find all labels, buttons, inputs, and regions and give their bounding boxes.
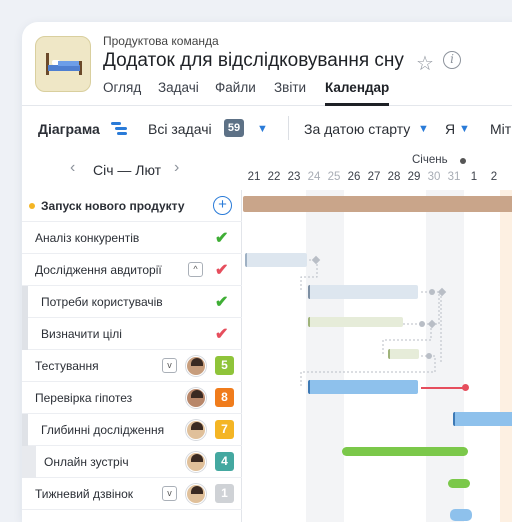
avatar bbox=[186, 388, 206, 408]
task-count-badge: 59 bbox=[224, 119, 244, 137]
count-badge: 7 bbox=[215, 420, 234, 439]
count-badge: 1 bbox=[215, 484, 234, 503]
indent-bar bbox=[22, 318, 28, 350]
avatar bbox=[186, 420, 206, 440]
check-icon[interactable]: ✔ bbox=[215, 324, 228, 344]
month-label: Січень bbox=[412, 154, 448, 166]
chevron-down-icon[interactable]: v bbox=[162, 358, 177, 373]
star-icon[interactable]: ☆ bbox=[416, 51, 434, 76]
check-icon[interactable]: ✔ bbox=[215, 292, 228, 312]
task-label: Онлайн зустріч bbox=[44, 455, 129, 469]
header: Продуктова команда Додаток для відслідко… bbox=[22, 22, 512, 106]
task-label: Дослідження авдиторії bbox=[35, 263, 162, 277]
date-cell: 1 bbox=[470, 171, 478, 183]
tab-files[interactable]: Файли bbox=[215, 80, 256, 95]
check-icon[interactable]: ✔ bbox=[215, 228, 228, 248]
toolbar: Діаграма Всі задачі ▼ За датою старту ▼ … bbox=[22, 107, 512, 151]
task-row[interactable]: Глибинні дослідження 7 bbox=[22, 414, 242, 446]
date-cell: 28 bbox=[387, 171, 401, 183]
avatar bbox=[186, 452, 206, 472]
dependency-lines bbox=[300, 255, 447, 388]
date-cell: 23 bbox=[287, 171, 301, 183]
assignee-dropdown[interactable]: Я bbox=[445, 121, 455, 137]
breadcrumb[interactable]: Продуктова команда bbox=[103, 34, 219, 48]
task-row[interactable]: Потреби користувачів ✔ bbox=[22, 286, 242, 318]
group-dot bbox=[29, 203, 35, 209]
date-cell: 22 bbox=[267, 171, 281, 183]
task-label: Аналіз конкурентів bbox=[35, 231, 140, 245]
task-row[interactable]: Перевірка гіпотез 8 bbox=[22, 382, 242, 414]
task-row[interactable]: Тестування v 5 bbox=[22, 350, 242, 382]
gantt-body: Запуск нового продукту + Аналіз конкурен… bbox=[22, 190, 512, 522]
task-label: Перевірка гіпотез bbox=[35, 391, 133, 405]
task-label: Потреби користувачів bbox=[41, 295, 163, 309]
view-selector[interactable]: Діаграма bbox=[38, 121, 100, 137]
tab-calendar[interactable]: Календар bbox=[325, 80, 390, 106]
count-badge: 8 bbox=[215, 388, 234, 407]
more-filter[interactable]: Міт bbox=[490, 121, 511, 137]
avatar bbox=[186, 356, 206, 376]
date-cell: 21 bbox=[247, 171, 261, 183]
tab-overview[interactable]: Огляд bbox=[103, 80, 141, 95]
count-badge: 4 bbox=[215, 452, 234, 471]
indent-bar bbox=[22, 286, 28, 318]
app-window: Продуктова команда Додаток для відслідко… bbox=[22, 22, 512, 522]
today-marker bbox=[460, 158, 466, 164]
sort-dropdown[interactable]: За датою старту bbox=[304, 121, 410, 137]
task-row[interactable]: Аналіз конкурентів ✔ bbox=[22, 222, 242, 254]
collapse-icon[interactable]: ^ bbox=[188, 262, 203, 277]
task-group-row[interactable]: Запуск нового продукту + bbox=[22, 190, 242, 222]
page-title: Додаток для відслідковування сну bbox=[103, 50, 404, 71]
task-row[interactable]: Визначити цілі ✔ bbox=[22, 318, 242, 350]
indent-bar bbox=[22, 446, 36, 478]
gantt-icon[interactable] bbox=[111, 121, 129, 137]
chevron-right-icon[interactable]: › bbox=[174, 159, 179, 177]
chevron-down-icon[interactable]: ▼ bbox=[257, 123, 268, 135]
date-cell: 31 bbox=[447, 171, 461, 183]
tab-reports[interactable]: Звіти bbox=[274, 80, 306, 95]
date-cell: 25 bbox=[327, 171, 341, 183]
date-cell: 24 bbox=[307, 171, 321, 183]
task-row[interactable]: Дослідження авдиторії ^ ✔ bbox=[22, 254, 242, 286]
task-list: Запуск нового продукту + Аналіз конкурен… bbox=[22, 190, 242, 522]
task-label: Запуск нового продукту bbox=[41, 199, 185, 213]
period-label: Січ — Лют bbox=[93, 162, 162, 178]
add-task-icon[interactable]: + bbox=[213, 196, 232, 215]
divider bbox=[288, 116, 289, 140]
bed-icon bbox=[35, 36, 91, 92]
date-cell: 29 bbox=[407, 171, 421, 183]
task-row[interactable]: Тижневий дзвінок v 1 bbox=[22, 478, 242, 510]
task-label: Тижневий дзвінок bbox=[35, 487, 134, 501]
date-cell: 26 bbox=[347, 171, 361, 183]
task-row[interactable]: Онлайн зустріч 4 bbox=[22, 446, 242, 478]
task-label: Глибинні дослідження bbox=[41, 423, 165, 437]
chevron-left-icon[interactable]: ‹ bbox=[70, 159, 75, 177]
indent-bar bbox=[22, 414, 28, 446]
tab-tasks[interactable]: Задачі bbox=[158, 80, 199, 95]
info-icon[interactable]: i bbox=[443, 51, 461, 69]
date-cell: 30 bbox=[427, 171, 441, 183]
date-cell: 27 bbox=[367, 171, 381, 183]
filter-dropdown[interactable]: Всі задачі bbox=[148, 121, 212, 137]
task-label: Тестування bbox=[35, 359, 99, 373]
check-icon[interactable]: ✔ bbox=[215, 260, 228, 280]
timeline bbox=[243, 190, 512, 522]
count-badge: 5 bbox=[215, 356, 234, 375]
chevron-down-icon[interactable]: ▼ bbox=[459, 123, 470, 135]
date-cell: 2 bbox=[490, 171, 498, 183]
avatar bbox=[186, 484, 206, 504]
chevron-down-icon[interactable]: v bbox=[162, 486, 177, 501]
task-label: Визначити цілі bbox=[41, 327, 122, 341]
chevron-down-icon[interactable]: ▼ bbox=[418, 123, 429, 135]
